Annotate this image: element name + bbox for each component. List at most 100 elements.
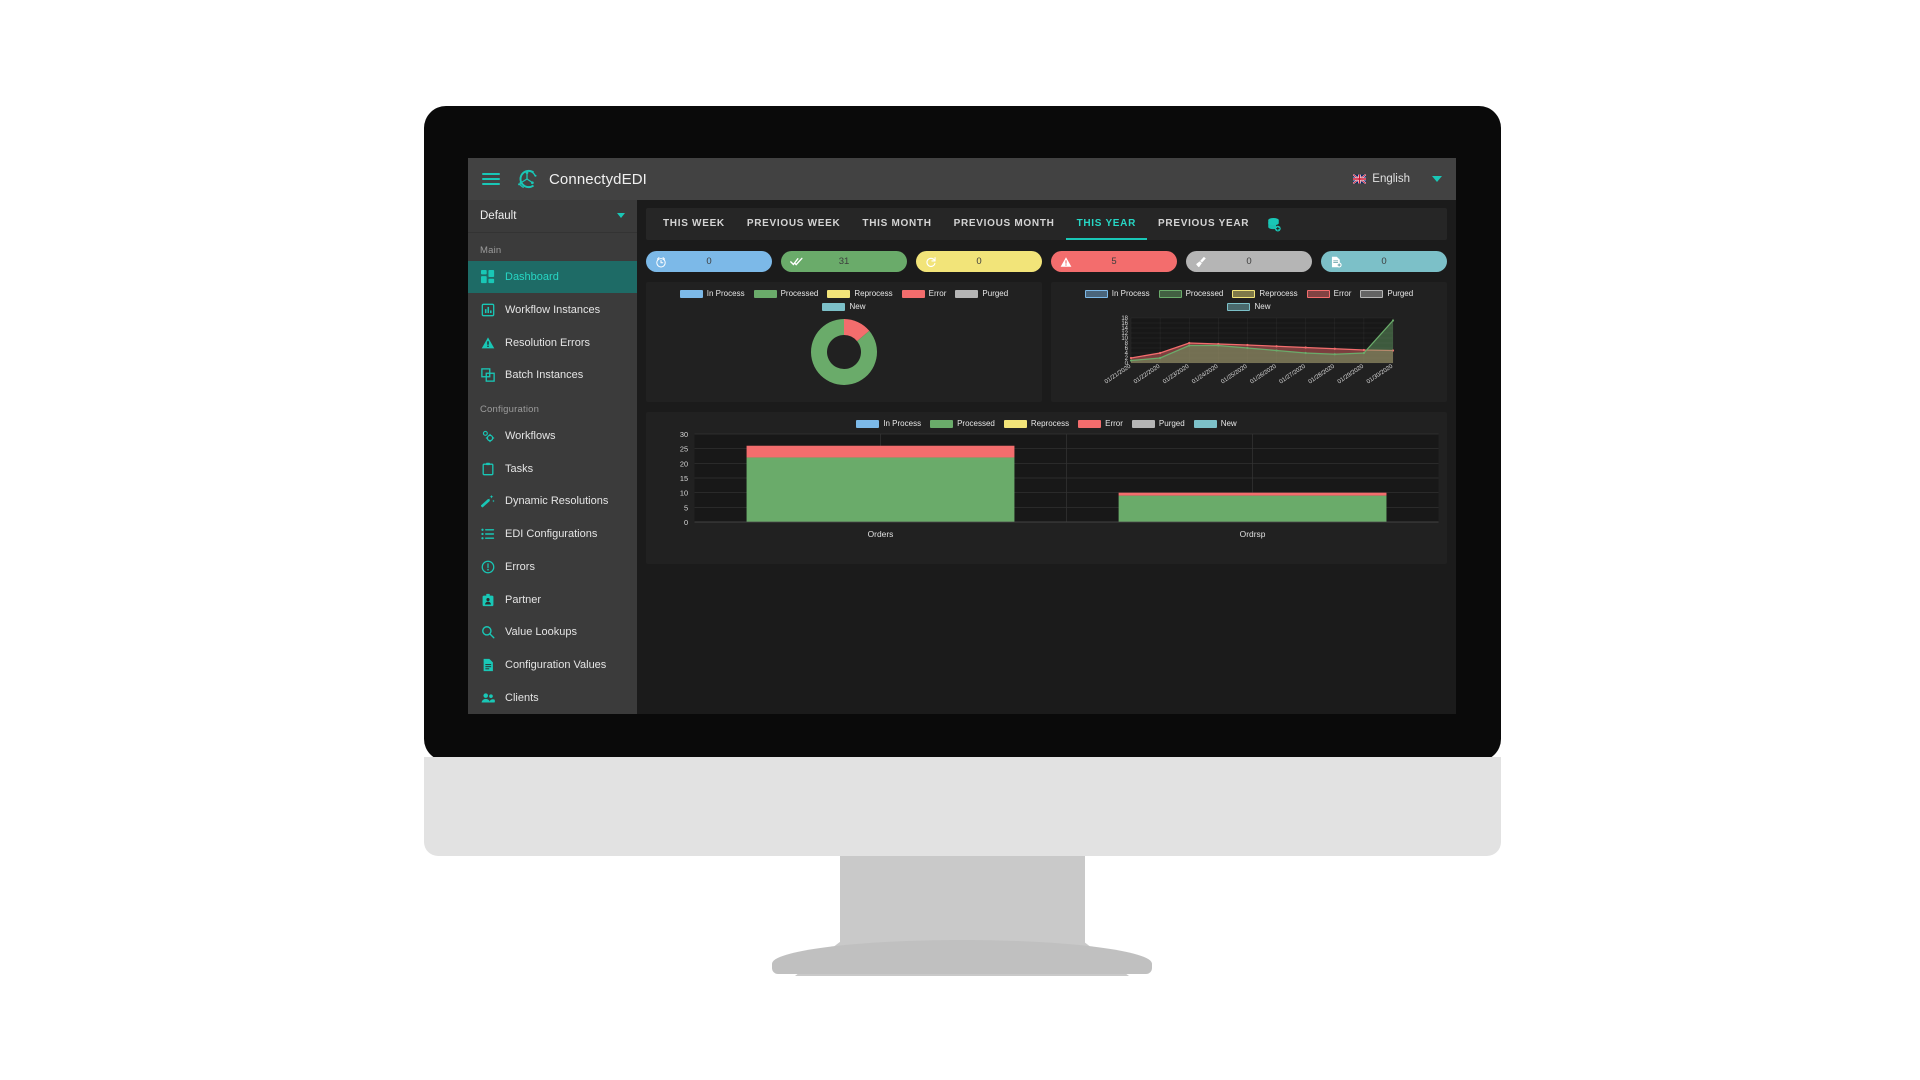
language-label: English (1372, 173, 1410, 185)
legend-label: Processed (957, 419, 995, 428)
clipboard-icon (480, 461, 495, 476)
sidebar-item-workflows[interactable]: Workflows (468, 420, 637, 453)
status-chip-value: 0 (1381, 256, 1387, 267)
legend-label: Reprocess (854, 289, 893, 298)
charts-top-row: In Process Processed Reprocess Error Pur… (646, 282, 1447, 402)
document-lines-icon (480, 657, 495, 672)
svg-text:01/27/2020: 01/27/2020 (1279, 363, 1308, 385)
svg-text:Ordrsp: Ordrsp (1240, 530, 1266, 539)
area-chart[interactable]: 02468101214161801/21/2020 01/22/2020 01/23… (1051, 313, 1447, 391)
sidebar-item-tasks[interactable]: Tasks (468, 452, 637, 485)
legend-swatch (822, 302, 846, 311)
sidebar: Default Main Dashboard Workflow Instance… (468, 200, 637, 714)
sidebar-item-label: Tasks (505, 462, 534, 475)
profile-select[interactable]: Default (468, 200, 637, 233)
sidebar-item-label: EDI Configurations (505, 528, 598, 541)
area-chart-legend: In Process Processed Reprocess Error Pur… (1051, 282, 1447, 313)
tab-this-month[interactable]: THIS MONTH (851, 208, 942, 240)
legend-item: In Process (1084, 289, 1150, 298)
dashboard-grid-icon (480, 270, 495, 285)
legend-swatch (1232, 289, 1256, 298)
sidebar-item-value-lookups[interactable]: Value Lookups (468, 616, 637, 649)
tab-this-week[interactable]: THIS WEEK (652, 208, 736, 240)
monitor-base-chin (424, 757, 1501, 856)
sidebar-item-clients[interactable]: Clients (468, 681, 637, 714)
sidebar-item-label: Dynamic Resolutions (505, 495, 609, 508)
donut-chart[interactable] (646, 313, 1042, 391)
svg-text:25: 25 (680, 445, 688, 454)
status-chip-processed[interactable]: 31 (781, 251, 907, 272)
legend-item: New (822, 302, 866, 311)
status-chip-value: 5 (1111, 256, 1117, 267)
legend-label: Purged (982, 289, 1009, 298)
sidebar-item-errors[interactable]: Errors (468, 550, 637, 583)
database-refresh-icon[interactable] (1266, 217, 1281, 232)
sidebar-item-dashboard[interactable]: Dashboard (468, 260, 637, 294)
legend-item: Processed (1158, 289, 1224, 298)
sidebar-item-partner[interactable]: Partner (468, 583, 637, 616)
gears-icon (480, 428, 495, 443)
legend-swatch (827, 289, 851, 298)
sidebar-item-label: Partner (505, 593, 542, 606)
exclamation-circle-icon (480, 559, 495, 574)
hamburger-icon[interactable] (482, 173, 500, 185)
svg-text:01/23/2020: 01/23/2020 (1162, 363, 1191, 385)
legend-label: Processed (780, 289, 819, 298)
sidebar-item-label: Workflows (505, 429, 556, 442)
legend-label: Error (1333, 289, 1352, 298)
nav-section-configuration-label: Configuration (480, 403, 540, 415)
status-chip-error[interactable]: 5 (1051, 251, 1177, 272)
language-selector[interactable]: English (1353, 173, 1410, 185)
sidebar-item-resolution-errors[interactable]: Resolution Errors (468, 326, 637, 359)
legend-swatch (1306, 289, 1330, 298)
legend-item: Processed (930, 419, 995, 428)
svg-text:15: 15 (680, 474, 688, 483)
status-chip-purged[interactable]: 0 (1186, 251, 1312, 272)
legend-swatch (901, 289, 925, 298)
bar-chart-panel: In Process Processed Reprocess Error Pur… (646, 412, 1447, 564)
legend-item: Processed (753, 289, 819, 298)
sidebar-item-configuration-values[interactable]: Configuration Values (468, 649, 637, 682)
legend-item: Purged (955, 289, 1008, 298)
bar-chart-icon (480, 302, 495, 317)
tab-previous-week[interactable]: PREVIOUS WEEK (736, 208, 852, 240)
status-chip-value: 0 (1246, 256, 1252, 267)
legend-swatch (1360, 289, 1384, 298)
main-content: THIS WEEK PREVIOUS WEEK THIS MONTH PREVI… (637, 200, 1456, 714)
sidebar-item-label: Value Lookups (505, 626, 577, 639)
status-chip-new[interactable]: 0 (1321, 251, 1447, 272)
legend-swatch (753, 289, 777, 298)
legend-label: Processed (1185, 289, 1224, 298)
svg-text:0: 0 (684, 518, 688, 527)
legend-label: New (849, 302, 866, 311)
status-chip-reprocess[interactable]: 0 (916, 251, 1042, 272)
legend-swatch (1193, 419, 1217, 428)
legend-swatch (1003, 419, 1027, 428)
legend-label: Reprocess (1259, 289, 1298, 298)
stacked-bar-chart[interactable]: 0 5 10 15 20 25 30 Orders Ordrsp (646, 430, 1447, 548)
legend-label: Reprocess (1030, 419, 1070, 428)
status-chip-in-process[interactable]: 0 (646, 251, 772, 272)
legend-item: In Process (679, 289, 745, 298)
sidebar-item-batch-instances[interactable]: Batch Instances (468, 359, 637, 392)
legend-label: In Process (883, 419, 922, 428)
warning-triangle-icon (480, 335, 495, 350)
legend-label: Purged (1387, 289, 1414, 298)
tab-this-year[interactable]: THIS YEAR (1065, 208, 1148, 240)
sidebar-item-workflow-instances[interactable]: Workflow Instances (468, 293, 637, 326)
bar-chart-legend: In Process Processed Reprocess Error Pur… (646, 412, 1447, 430)
legend-swatch (679, 289, 703, 298)
sidebar-item-edi-configurations[interactable]: EDI Configurations (468, 518, 637, 551)
tab-previous-year[interactable]: PREVIOUS YEAR (1147, 208, 1260, 240)
tab-previous-month[interactable]: PREVIOUS MONTH (943, 208, 1066, 240)
legend-item: Reprocess (1232, 289, 1298, 298)
chevron-down-icon[interactable] (1432, 176, 1442, 182)
sidebar-item-label: Dashboard (505, 271, 559, 284)
sidebar-item-dynamic-resolutions[interactable]: Dynamic Resolutions (468, 485, 637, 518)
svg-text:01/21/2020: 01/21/2020 (1104, 363, 1133, 385)
legend-swatch (1078, 419, 1102, 428)
sidebar-item-label: Clients (505, 691, 539, 704)
svg-text:01/28/2020: 01/28/2020 (1308, 363, 1337, 385)
batch-squares-icon (480, 368, 495, 383)
sidebar-item-label: Resolution Errors (505, 336, 590, 349)
